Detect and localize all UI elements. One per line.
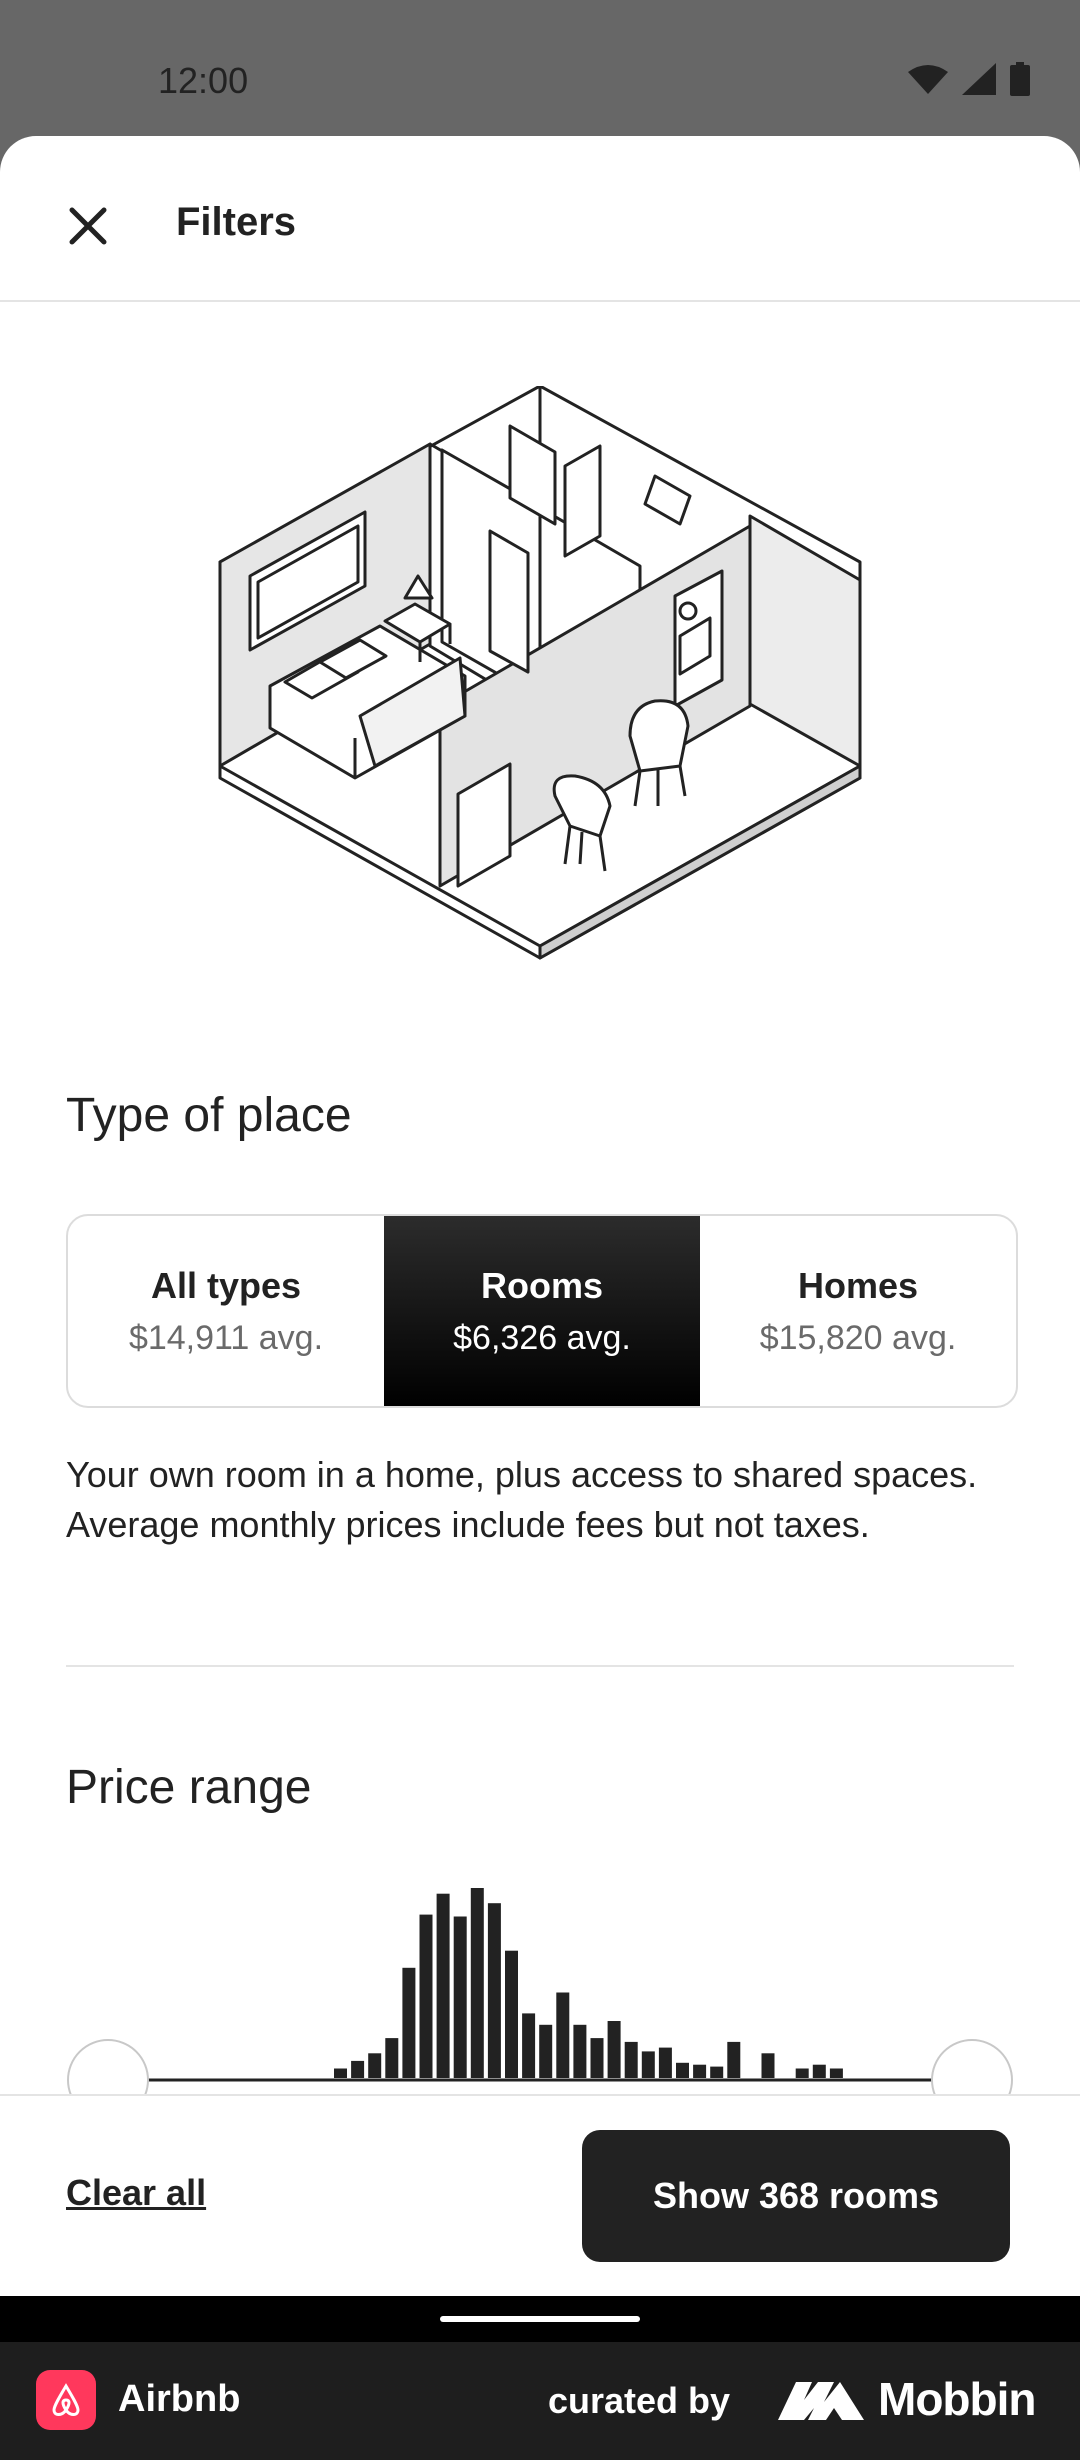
histogram-bar: [368, 2053, 382, 2078]
histogram-bar: [727, 2041, 741, 2078]
status-icons: [908, 62, 1030, 96]
wifi-icon: [908, 65, 948, 94]
mobbin-mark-icon: [778, 2382, 864, 2420]
home-indicator[interactable]: [440, 2316, 640, 2322]
mobbin-logo: Mobbin: [778, 2372, 1036, 2426]
option-rooms[interactable]: Rooms $6,326 avg.: [384, 1216, 700, 1406]
histogram-bar: [453, 1916, 467, 2078]
histogram-bar: [641, 2051, 655, 2078]
histogram-bar: [487, 1903, 501, 2078]
histogram-bar: [470, 1888, 484, 2078]
histogram-bar: [710, 2066, 724, 2078]
system-nav-bar: [0, 2296, 1080, 2342]
histogram-bar: [402, 1967, 416, 2078]
price-histogram: [67, 1888, 1013, 2116]
histogram-bar: [590, 2038, 604, 2078]
type-of-place-description: Your own room in a home, plus access to …: [66, 1454, 978, 1545]
filters-footer: Clear all Show 368 rooms: [0, 2094, 1080, 2296]
option-avg-price: $6,326 avg.: [453, 1318, 631, 1357]
show-results-button[interactable]: Show 368 rooms: [582, 2130, 1010, 2262]
clear-all-button[interactable]: Clear all: [66, 2172, 206, 2214]
histogram-bar: [385, 2038, 399, 2078]
filters-header: Filters: [0, 136, 1080, 302]
app-name: Airbnb: [118, 2378, 241, 2420]
histogram-bar: [573, 2024, 587, 2078]
battery-icon: [1010, 62, 1030, 96]
histogram-bar: [676, 2062, 689, 2078]
histogram-bar: [436, 1893, 450, 2078]
histogram-bar: [693, 2064, 707, 2078]
histogram-bar: [812, 2064, 826, 2078]
histogram-bar: [607, 2021, 621, 2078]
filters-sheet: Filters Type of place All types $14,911 …: [0, 136, 1080, 2296]
option-label: Rooms: [480, 1264, 603, 1306]
close-icon: [69, 207, 107, 245]
option-label: All types: [150, 1264, 302, 1306]
histogram-bar: [624, 2041, 638, 2078]
status-bar: 12:00: [0, 0, 1080, 136]
option-avg-price: $14,911 avg.: [128, 1318, 324, 1357]
type-of-place-selector: All types $14,911 avg. Rooms $6,326 avg.…: [66, 1214, 1018, 1408]
type-of-place-title: Type of place: [66, 1089, 352, 1142]
histogram-bar: [419, 1914, 433, 2078]
attribution-bar: Airbnb curated by Mobbin: [0, 2342, 1080, 2460]
histogram-bar: [795, 2068, 809, 2078]
page-title: Filters: [176, 200, 297, 244]
option-avg-price: $15,820 avg.: [759, 1318, 957, 1357]
histogram-bar: [556, 1992, 570, 2078]
price-range-title: Price range: [66, 1761, 312, 1814]
signal-icon: [962, 63, 996, 95]
status-time: 12:00: [158, 60, 249, 101]
mobbin-brand: Mobbin: [878, 2373, 1036, 2425]
option-label: Homes: [797, 1264, 919, 1306]
histogram-bar: [351, 2060, 365, 2078]
histogram-bar: [658, 2047, 672, 2078]
histogram-bar: [829, 2068, 843, 2078]
curated-by-label: curated by: [548, 2380, 731, 2421]
section-divider: [66, 1665, 1014, 1667]
histogram-bar: [522, 2013, 536, 2078]
histogram-bar: [761, 2053, 775, 2078]
option-all-types[interactable]: All types $14,911 avg.: [68, 1216, 384, 1406]
histogram-bar: [334, 2068, 347, 2078]
histogram-bar: [539, 2024, 553, 2078]
option-homes[interactable]: Homes $15,820 avg.: [700, 1216, 1016, 1406]
close-button[interactable]: [56, 194, 120, 258]
room-illustration: [218, 386, 862, 960]
histogram-bar: [505, 1950, 518, 2078]
airbnb-logo-icon: [36, 2370, 96, 2430]
